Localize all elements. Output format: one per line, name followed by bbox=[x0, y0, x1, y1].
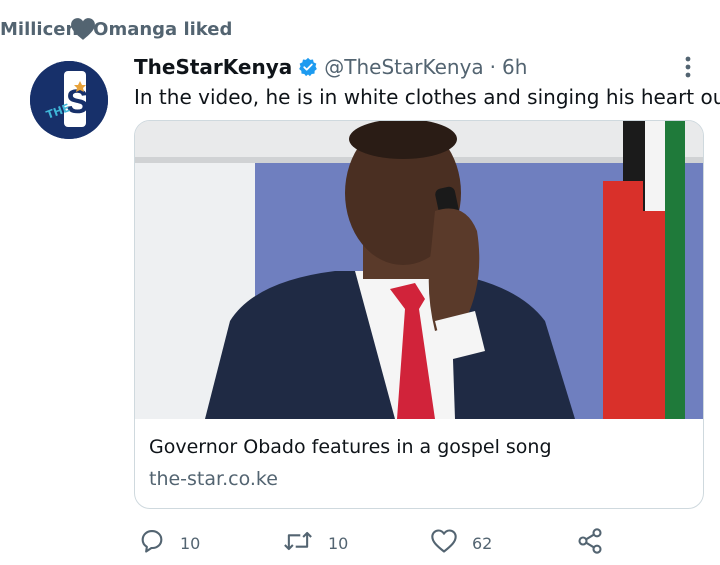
verified-badge-icon bbox=[298, 57, 318, 77]
card-domain[interactable]: the-star.co.ke bbox=[149, 468, 278, 490]
social-context: Millicent Omanga liked bbox=[0, 14, 360, 44]
like-count: 62 bbox=[472, 533, 493, 553]
tweet-time[interactable]: 6h bbox=[502, 55, 527, 79]
tweet-header: TheStarKenya @TheStarKenya · 6h bbox=[134, 52, 700, 82]
card-image bbox=[135, 121, 703, 419]
header-separator: · bbox=[489, 55, 497, 79]
share-icon bbox=[576, 527, 604, 559]
social-context-text[interactable]: Millicent Omanga liked bbox=[0, 19, 232, 40]
reply-count: 10 bbox=[180, 533, 201, 553]
author-handle[interactable]: @TheStarKenya bbox=[324, 55, 483, 79]
author-name[interactable]: TheStarKenya bbox=[134, 55, 292, 79]
card-title[interactable]: Governor Obado features in a gospel song bbox=[149, 436, 552, 458]
tweet-text: In the video, he is in white clothes and… bbox=[134, 85, 720, 109]
retweet-count: 10 bbox=[328, 533, 349, 553]
avatar[interactable]: S THE bbox=[30, 61, 108, 139]
like-button[interactable]: 62 bbox=[430, 526, 492, 560]
more-options-icon[interactable] bbox=[676, 52, 700, 82]
retweet-icon bbox=[282, 527, 314, 559]
link-card[interactable]: Governor Obado features in a gospel song… bbox=[134, 120, 704, 509]
reply-icon bbox=[138, 527, 166, 559]
share-button[interactable] bbox=[576, 526, 604, 560]
reply-button[interactable]: 10 bbox=[138, 526, 200, 560]
tweet-actions: 10 10 62 bbox=[134, 526, 614, 560]
retweet-button[interactable]: 10 bbox=[282, 526, 348, 560]
like-heart-icon bbox=[430, 528, 458, 558]
